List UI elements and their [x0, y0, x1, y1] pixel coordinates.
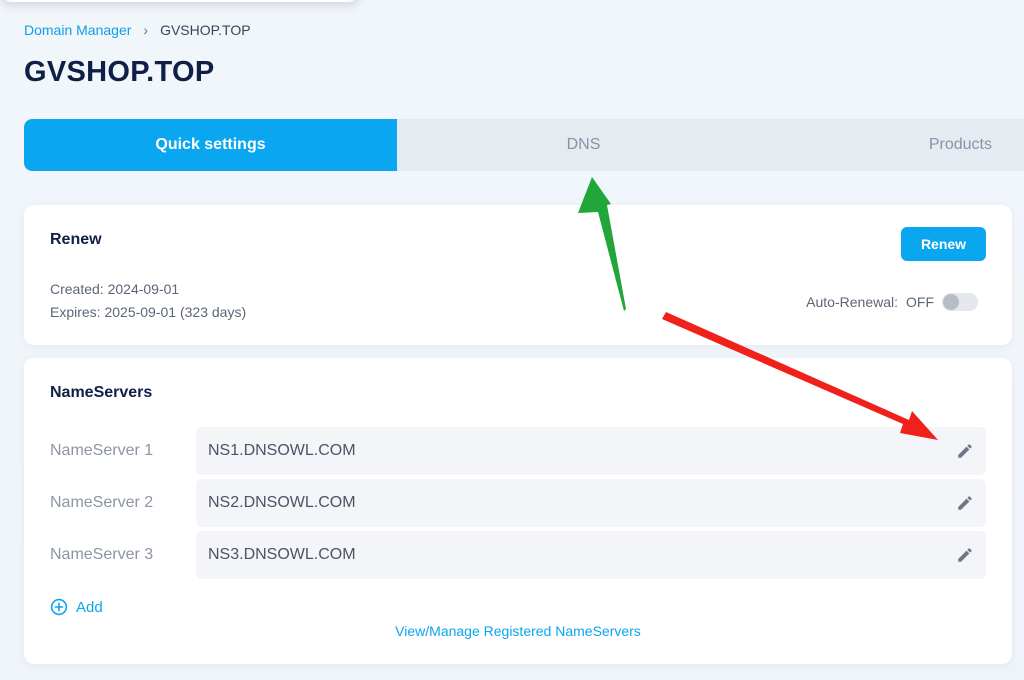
tab-dns[interactable]: DNS: [397, 119, 770, 171]
nameservers-title: NameServers: [50, 384, 153, 401]
renew-card: Renew Renew Created: 2024-09-01 Expires:…: [24, 205, 1012, 345]
auto-renewal: Auto-Renewal: OFF: [806, 293, 978, 311]
tab-quick-settings[interactable]: Quick settings: [24, 119, 397, 171]
edit-pencil-icon[interactable]: [956, 442, 974, 460]
nameserver-1-field[interactable]: NS1.DNSOWL.COM: [196, 427, 986, 475]
nameserver-value: NS3.DNSOWL.COM: [208, 546, 356, 563]
nameserver-value: NS1.DNSOWL.COM: [208, 442, 356, 459]
renew-button[interactable]: Renew: [901, 227, 986, 261]
manage-nameservers-link[interactable]: View/Manage Registered NameServers: [24, 623, 1012, 639]
edit-pencil-icon[interactable]: [956, 494, 974, 512]
nameserver-row: NameServer 3 NS3.DNSOWL.COM: [50, 531, 986, 579]
add-label: Add: [76, 598, 103, 616]
auto-renewal-label: Auto-Renewal:: [806, 294, 898, 310]
tab-products[interactable]: Products: [770, 119, 1024, 171]
nameserver-label: NameServer 2: [50, 494, 154, 511]
breadcrumb: Domain Manager › GVSHOP.TOP: [24, 22, 251, 38]
nameserver-3-field[interactable]: NS3.DNSOWL.COM: [196, 531, 986, 579]
nameserver-value: NS2.DNSOWL.COM: [208, 494, 356, 511]
nameserver-row: NameServer 1 NS1.DNSOWL.COM: [50, 427, 986, 475]
breadcrumb-domain-manager-link[interactable]: Domain Manager: [24, 22, 131, 38]
nameserver-row: NameServer 2 NS2.DNSOWL.COM: [50, 479, 986, 527]
auto-renewal-state: OFF: [906, 294, 934, 310]
breadcrumb-current: GVSHOP.TOP: [160, 22, 251, 38]
renew-title: Renew: [50, 231, 102, 248]
add-nameserver-button[interactable]: Add: [50, 598, 103, 616]
nameserver-label: NameServer 3: [50, 546, 154, 563]
auto-renewal-toggle[interactable]: [942, 293, 978, 311]
nameserver-2-field[interactable]: NS2.DNSOWL.COM: [196, 479, 986, 527]
toggle-knob: [943, 294, 959, 310]
created-date: Created: 2024-09-01: [50, 281, 180, 297]
settings-tabs: Quick settings DNS Products: [24, 119, 1024, 171]
plus-circle-icon: [50, 598, 68, 616]
expires-date: Expires: 2025-09-01 (323 days): [50, 304, 247, 320]
chevron-right-icon: ›: [143, 22, 149, 38]
edit-pencil-icon[interactable]: [956, 546, 974, 564]
nameservers-card: NameServers NameServer 1 NS1.DNSOWL.COM …: [24, 358, 1012, 664]
nameserver-label: NameServer 1: [50, 442, 154, 459]
top-overlay-edge: [0, 0, 360, 2]
page-title: GVSHOP.TOP: [24, 56, 215, 88]
